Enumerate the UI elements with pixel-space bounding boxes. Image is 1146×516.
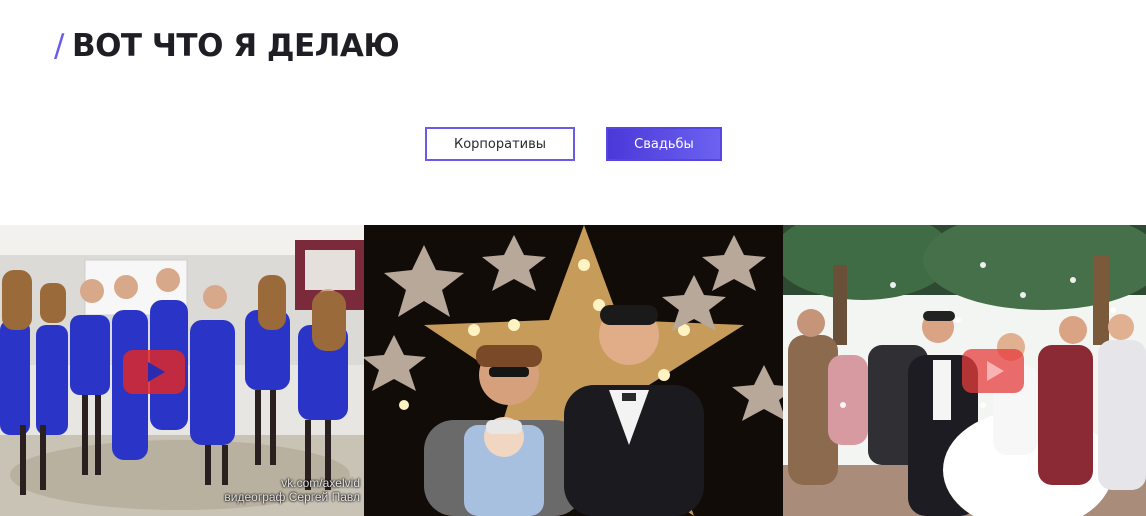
play-button[interactable] — [123, 350, 185, 394]
category-tabs: Корпоративы Свадьбы — [425, 127, 722, 161]
play-button[interactable] — [962, 349, 1024, 393]
gallery-item-video-1[interactable]: vk.com/axelvid видеограф Сергей Павл — [0, 225, 364, 516]
watermark-credit: видеограф Сергей Павл — [224, 490, 360, 504]
photo-image — [364, 225, 783, 516]
heading-slash: / — [54, 28, 64, 64]
section-heading: / ВОТ ЧТО Я ДЕЛАЮ — [54, 28, 400, 64]
section-title: ВОТ ЧТО Я ДЕЛАЮ — [71, 28, 400, 64]
gallery-item-video-2[interactable] — [783, 225, 1146, 516]
play-icon — [986, 361, 1004, 381]
tab-weddings[interactable]: Свадьбы — [606, 127, 722, 161]
page: / ВОТ ЧТО Я ДЕЛАЮ Корпоративы Свадьбы vk… — [0, 0, 1146, 516]
tab-corporate[interactable]: Корпоративы — [425, 127, 575, 161]
play-icon — [147, 362, 165, 382]
watermark-url: vk.com/axelvid — [281, 476, 360, 490]
portfolio-gallery: vk.com/axelvid видеограф Сергей Павл — [0, 225, 1146, 516]
gallery-item-photo[interactable] — [364, 225, 783, 516]
